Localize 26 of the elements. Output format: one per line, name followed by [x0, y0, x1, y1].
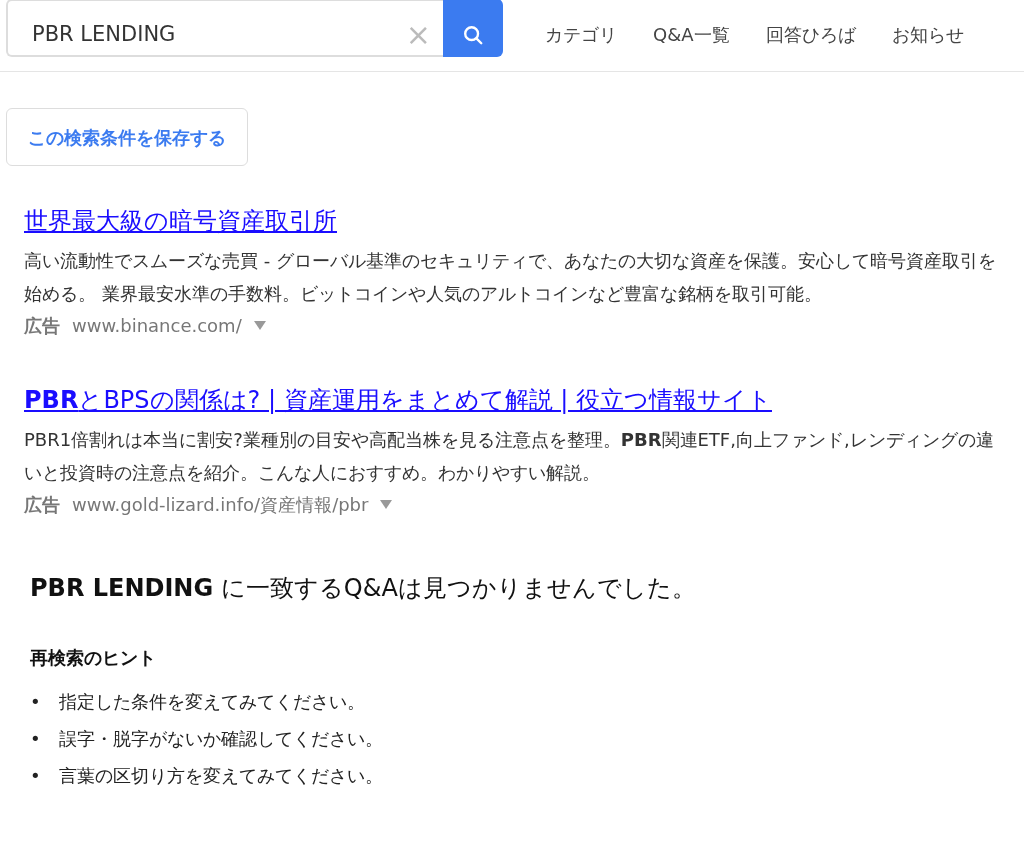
bullet: •: [30, 727, 41, 751]
search-icon: [462, 23, 484, 46]
ad-title-link[interactable]: 世界最大級の暗号資産取引所: [24, 207, 337, 235]
ad-url: www.binance.com/: [72, 314, 242, 338]
nav-link[interactable]: Q&A一覧: [653, 21, 730, 48]
ad-label: 広告: [24, 493, 60, 517]
bullet: •: [30, 764, 41, 788]
caret-icon: [380, 500, 393, 509]
hint-text: 誤字・脱字がないか確認してください。: [58, 727, 383, 751]
ad-description: 高い流動性でスムーズな売買 - グローバル基準のセキュリティで、あなたの大切な資産を保護。安心して暗号資産取引を始める。 業界最安水準の手数料。ビットコインや人気のアルトコインなど豊富な銘柄を取引可能。: [24, 249, 997, 306]
hint-text: 指定した条件を変えてみてください。: [58, 690, 365, 714]
save-search-button[interactable]: この検索条件を保存する: [6, 108, 248, 166]
ad-label: 広告: [24, 314, 60, 338]
nav-link[interactable]: カテゴリ: [545, 21, 617, 48]
ad-title-link[interactable]: PBRとBPSの関係は? | 資産運用をまとめて解説 | 役立つ情報サイト: [24, 386, 772, 414]
caret-icon: [253, 321, 266, 330]
ad-description: PBR1倍割れは本当に割安?業種別の目安や高配当株を見る注意点を整理。PBR関連ETF,向上ファンド,レンディングの違いと投資時の注意点を紹介。こんな人におすすめ。わかりやすい解説。: [24, 428, 995, 485]
bullet: •: [30, 690, 41, 714]
hints-heading: 再検索のヒント: [30, 646, 157, 670]
search-button[interactable]: [443, 0, 503, 57]
nav-link[interactable]: 回答ひろば: [765, 21, 856, 48]
search-field[interactable]: PBR LENDING ×: [6, 0, 443, 57]
hint-text: 言葉の区切り方を変えてみてください。: [58, 764, 383, 788]
no-result-message: PBR LENDING に一致するQ&Aは見つかりませんでした。: [30, 573, 697, 604]
nav-link[interactable]: お知らせ: [891, 21, 964, 48]
ad-url: www.gold-lizard.info/資産情報/pbr: [72, 493, 369, 517]
